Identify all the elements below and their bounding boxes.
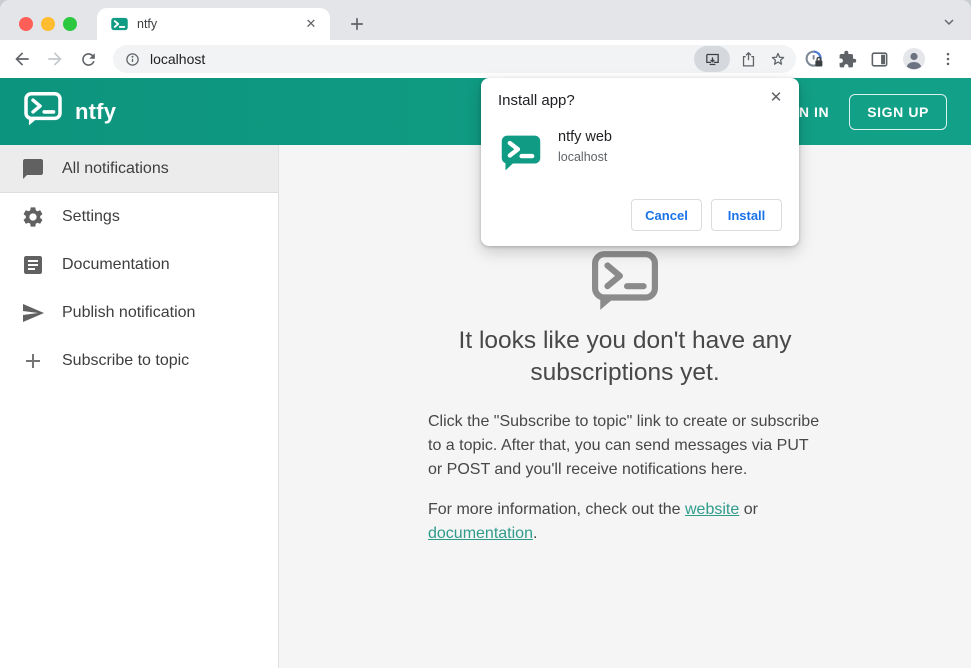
close-window-button[interactable]: [19, 17, 33, 31]
password-manager-extension-icon[interactable]: [804, 49, 825, 70]
plus-icon: [21, 349, 45, 373]
tab-close-icon[interactable]: ✕: [302, 15, 320, 33]
browser-menu-kebab-icon[interactable]: [939, 50, 957, 68]
sidebar-item-documentation[interactable]: Documentation: [0, 241, 278, 289]
sidebar-item-publish-notification[interactable]: Publish notification: [0, 289, 278, 337]
address-bar[interactable]: localhost: [113, 45, 796, 73]
share-icon[interactable]: [736, 47, 760, 71]
reload-button[interactable]: [74, 45, 102, 73]
forward-button: [41, 45, 69, 73]
sign-up-button[interactable]: SIGN UP: [849, 93, 947, 130]
empty-state-paragraph: Click the "Subscribe to topic" link to c…: [428, 413, 820, 478]
sidebar: All notifications Settings Documentation…: [0, 145, 279, 668]
website-link[interactable]: website: [685, 501, 739, 518]
zoom-window-button[interactable]: [63, 17, 77, 31]
minimize-window-button[interactable]: [41, 17, 55, 31]
sidebar-item-label: Subscribe to topic: [62, 352, 190, 369]
bookmark-star-icon[interactable]: [766, 47, 790, 71]
sidebar-item-label: Publish notification: [62, 304, 196, 321]
site-info-icon[interactable]: [125, 52, 140, 67]
extensions-area: [804, 47, 961, 71]
install-app-dialog: Install app? ✕ ntfy web localhost Cancel…: [481, 78, 799, 246]
tab-title: ntfy: [137, 17, 158, 31]
more-info-prefix: For more information, check out the: [428, 501, 685, 518]
browser-window: ntfy ✕ localhost ntfy SIGN IN SIGN UP Al…: [0, 0, 971, 668]
new-tab-button[interactable]: [344, 11, 370, 37]
gear-icon: [21, 205, 45, 229]
sidebar-item-subscribe-to-topic[interactable]: Subscribe to topic: [0, 337, 278, 385]
sidebar-item-label: Settings: [62, 208, 120, 225]
install-dialog-title: Install app?: [498, 92, 575, 109]
cancel-button[interactable]: Cancel: [631, 199, 702, 231]
send-icon: [21, 301, 45, 325]
ntfy-empty-state-logo-icon: [592, 251, 658, 316]
profile-avatar[interactable]: [902, 47, 926, 71]
ntfy-favicon-icon: [111, 17, 128, 31]
sidebar-item-label: Documentation: [62, 256, 170, 273]
ntfy-logo-icon: [24, 92, 62, 131]
sidebar-item-settings[interactable]: Settings: [0, 193, 278, 241]
install-button[interactable]: Install: [711, 199, 782, 231]
empty-state-title: It looks like you don't have any subscri…: [458, 327, 792, 386]
dialog-close-icon[interactable]: ✕: [765, 86, 787, 108]
brand-name: ntfy: [75, 98, 117, 124]
browser-toolbar: localhost: [0, 40, 971, 78]
back-button[interactable]: [8, 45, 36, 73]
article-icon: [21, 253, 45, 277]
tab-strip: ntfy ✕: [0, 0, 971, 40]
url-text: localhost: [150, 51, 206, 67]
install-app-toolbar-button[interactable]: [694, 46, 730, 72]
chat-bubble-icon: [21, 157, 45, 181]
install-app-name: ntfy web: [558, 129, 612, 145]
sidebar-item-label: All notifications: [62, 159, 169, 177]
tab-search-chevron-icon[interactable]: [941, 14, 957, 35]
install-app-origin: localhost: [558, 150, 608, 164]
side-panel-icon[interactable]: [870, 50, 889, 69]
more-info-suffix: .: [532, 525, 538, 542]
ntfy-app-icon: [501, 135, 541, 173]
window-controls: [19, 17, 77, 31]
extensions-puzzle-icon[interactable]: [838, 50, 857, 69]
empty-state-more-info: For more information, check out the webs…: [428, 498, 822, 546]
sidebar-item-all-notifications[interactable]: All notifications: [0, 145, 278, 193]
brand: ntfy: [24, 92, 116, 131]
more-info-middle: or: [739, 501, 758, 518]
documentation-link[interactable]: documentation: [428, 525, 533, 542]
browser-tab-ntfy[interactable]: ntfy ✕: [97, 8, 330, 40]
